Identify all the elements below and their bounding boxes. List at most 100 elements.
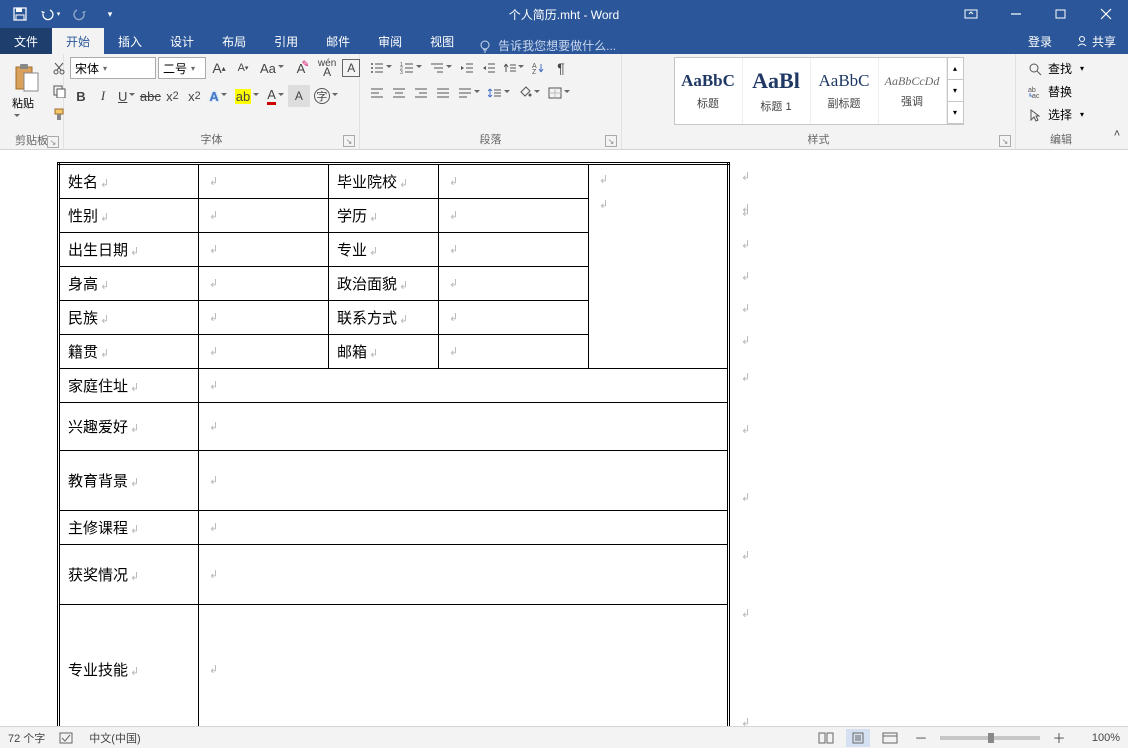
- shading-button[interactable]: [514, 82, 544, 104]
- style-item-subtitle[interactable]: AaBbC副标题: [811, 58, 879, 124]
- zoom-out-button[interactable]: －: [910, 727, 932, 749]
- tab-insert[interactable]: 插入: [104, 28, 156, 54]
- find-button[interactable]: 查找▾: [1022, 58, 1090, 79]
- clear-formatting-button[interactable]: A✎: [290, 57, 312, 79]
- maximize-button[interactable]: [1038, 0, 1083, 28]
- save-button[interactable]: [6, 1, 34, 27]
- highlight-button[interactable]: ab: [231, 85, 263, 107]
- font-family-combo[interactable]: 宋体▾: [70, 57, 156, 79]
- font-size-combo[interactable]: 二号▾: [158, 57, 206, 79]
- bucket-icon: [518, 86, 532, 100]
- share-button[interactable]: 共享: [1064, 28, 1128, 54]
- tab-design[interactable]: 设计: [156, 28, 208, 54]
- line-spacing-button[interactable]: [484, 82, 514, 104]
- minimize-button[interactable]: [993, 0, 1038, 28]
- font-launcher[interactable]: ↘: [343, 135, 355, 147]
- multilevel-list-button[interactable]: [426, 57, 456, 79]
- undo-button[interactable]: ▾: [36, 1, 64, 27]
- quick-access-toolbar: ▾ ▾: [0, 1, 124, 27]
- superscript-button[interactable]: x2: [183, 85, 205, 107]
- tab-review[interactable]: 审阅: [364, 28, 416, 54]
- page: 姓名↲↲毕业院校↲↲↲↲性别↲↲学历↲↲出生日期↲↲专业↲↲身高↲↲政治面貌↲↲…: [19, 162, 1109, 726]
- group-editing-label: 编辑: [1016, 131, 1106, 149]
- zoom-in-button[interactable]: ＋: [1048, 727, 1070, 749]
- clipboard-launcher[interactable]: ↘: [47, 136, 59, 148]
- tab-view[interactable]: 视图: [416, 28, 468, 54]
- group-paragraph-label: 段落↘: [360, 131, 621, 149]
- tab-file[interactable]: 文件: [0, 28, 52, 54]
- font-color-button[interactable]: A: [263, 85, 288, 107]
- align-right-button[interactable]: [410, 82, 432, 104]
- qat-customize-button[interactable]: ▾: [96, 1, 124, 27]
- phonetic-guide-button[interactable]: wénA: [314, 57, 340, 79]
- tab-home[interactable]: 开始: [52, 28, 104, 54]
- print-layout-button[interactable]: [846, 729, 870, 747]
- subscript-button[interactable]: x2: [161, 85, 183, 107]
- ribbon-display-button[interactable]: [948, 0, 993, 28]
- grow-font-button[interactable]: A▴: [208, 57, 230, 79]
- text-effects-button[interactable]: A: [205, 85, 230, 107]
- group-clipboard-label: 剪贴板↘: [0, 132, 63, 150]
- paste-button[interactable]: 粘贴: [6, 57, 46, 129]
- bullets-button[interactable]: [366, 57, 396, 79]
- group-font: 宋体▾ 二号▾ A▴ A▾ Aa A✎ wénA A B I U abc x2 …: [64, 54, 360, 149]
- increase-indent-button[interactable]: [478, 57, 500, 79]
- tell-me-placeholder: 告诉我您想要做什么...: [498, 37, 616, 54]
- window-title: 个人简历.mht - Word: [509, 6, 619, 23]
- collapse-ribbon-button[interactable]: ˄: [1106, 123, 1128, 145]
- svg-text:ac: ac: [1032, 93, 1040, 99]
- redo-button[interactable]: [66, 1, 94, 27]
- text-direction-button[interactable]: [500, 57, 528, 79]
- shrink-font-button[interactable]: A▾: [232, 57, 254, 79]
- style-item-emphasis[interactable]: AaBbCcDd强调: [879, 58, 947, 124]
- group-paragraph: 123 AZ ¶ 段落↘: [360, 54, 622, 149]
- svg-text:Z: Z: [532, 69, 537, 74]
- tab-layout[interactable]: 布局: [208, 28, 260, 54]
- zoom-level[interactable]: 100%: [1078, 732, 1120, 744]
- tab-references[interactable]: 引用: [260, 28, 312, 54]
- svg-text:3: 3: [400, 70, 403, 74]
- decrease-indent-button[interactable]: [456, 57, 478, 79]
- bold-button[interactable]: B: [70, 85, 92, 107]
- gallery-scroll[interactable]: ▴▾▾: [947, 58, 963, 124]
- word-count[interactable]: 72 个字: [8, 730, 45, 746]
- underline-button[interactable]: U: [114, 85, 139, 107]
- title-bar: ▾ ▾ 个人简历.mht - Word: [0, 0, 1128, 28]
- character-shading-button[interactable]: A: [288, 85, 310, 107]
- numbering-button[interactable]: 123: [396, 57, 426, 79]
- borders-button[interactable]: [544, 82, 574, 104]
- web-layout-button[interactable]: [878, 729, 902, 747]
- align-distributed-button[interactable]: [454, 82, 484, 104]
- status-bar: 72 个字 中文(中国) － ＋ 100%: [0, 726, 1128, 748]
- paste-icon: [12, 63, 40, 93]
- paragraph-launcher[interactable]: ↘: [605, 135, 617, 147]
- styles-gallery[interactable]: AaBbC标题 AaBl标题 1 AaBbC副标题 AaBbCcDd强调 ▴▾▾: [674, 57, 964, 125]
- align-center-button[interactable]: [388, 82, 410, 104]
- tell-me-input[interactable]: 告诉我您想要做什么...: [478, 37, 616, 54]
- close-button[interactable]: [1083, 0, 1128, 28]
- strikethrough-button[interactable]: abc: [139, 85, 161, 107]
- italic-button[interactable]: I: [92, 85, 114, 107]
- read-mode-button[interactable]: [814, 729, 838, 747]
- login-button[interactable]: 登录: [1016, 28, 1064, 54]
- language-status[interactable]: 中文(中国): [89, 730, 140, 746]
- character-border-button[interactable]: A: [342, 59, 360, 77]
- enclose-characters-button[interactable]: 字: [310, 85, 342, 107]
- show-marks-button[interactable]: ¶: [550, 57, 572, 79]
- tab-mailings[interactable]: 邮件: [312, 28, 364, 54]
- spell-check-icon[interactable]: [59, 731, 75, 745]
- align-justify-button[interactable]: [432, 82, 454, 104]
- group-clipboard: 粘贴 剪贴板↘: [0, 54, 64, 149]
- align-left-button[interactable]: [366, 82, 388, 104]
- document-area[interactable]: 姓名↲↲毕业院校↲↲↲↲性别↲↲学历↲↲出生日期↲↲专业↲↲身高↲↲政治面貌↲↲…: [0, 150, 1128, 726]
- group-font-label: 字体↘: [64, 131, 359, 149]
- styles-launcher[interactable]: ↘: [999, 135, 1011, 147]
- sort-button[interactable]: AZ: [528, 57, 550, 79]
- select-button[interactable]: 选择▾: [1022, 104, 1090, 125]
- zoom-slider[interactable]: [940, 736, 1040, 740]
- replace-button[interactable]: abac替换: [1022, 81, 1090, 102]
- resume-table[interactable]: 姓名↲↲毕业院校↲↲↲↲性别↲↲学历↲↲出生日期↲↲专业↲↲身高↲↲政治面貌↲↲…: [57, 162, 730, 726]
- style-item-heading1[interactable]: AaBl标题 1: [743, 58, 811, 124]
- change-case-button[interactable]: Aa: [256, 57, 288, 79]
- style-item-title[interactable]: AaBbC标题: [675, 58, 743, 124]
